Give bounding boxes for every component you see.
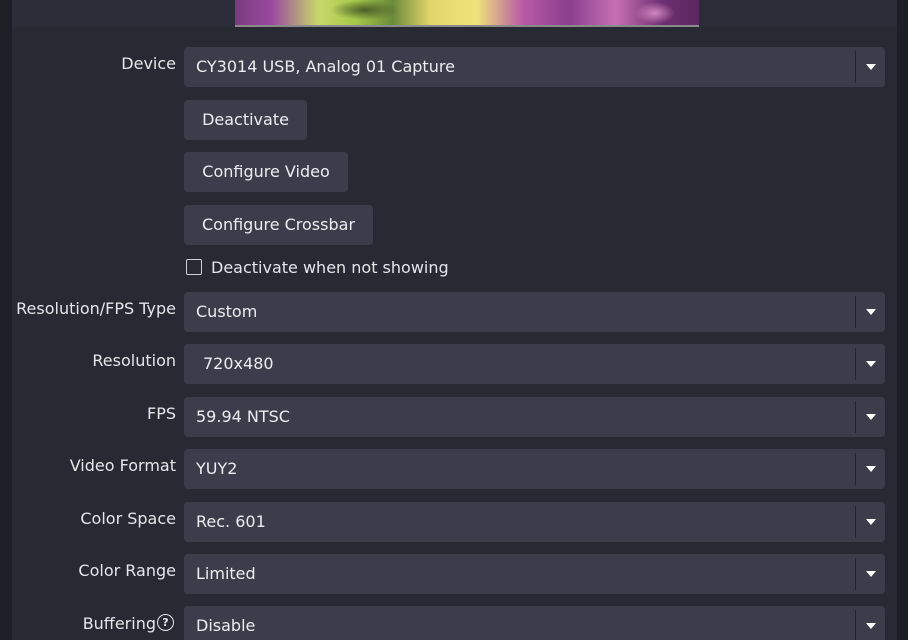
device-value: CY3014 USB, Analog 01 Capture [196,57,455,76]
color-space-label: Color Space [80,509,176,528]
resolution-fps-type-label: Resolution/FPS Type [16,299,176,318]
device-dropdown[interactable]: CY3014 USB, Analog 01 Capture [184,47,885,87]
video-format-dropdown[interactable]: YUY2 [184,449,885,489]
chevron-down-icon[interactable] [866,571,876,577]
device-label: Device [121,54,176,73]
configure-video-button[interactable]: Configure Video [184,152,348,192]
dropdown-divider [855,348,856,380]
chevron-down-icon[interactable] [866,623,876,629]
preview-area [12,0,897,27]
resolution-value[interactable]: 720x480 [203,354,274,374]
preview-image-detail [330,0,400,20]
dropdown-divider [855,401,856,433]
fps-dropdown[interactable]: 59.94 NTSC [184,397,885,437]
dropdown-divider [855,51,856,83]
resolution-combo[interactable]: 720x480 [184,344,885,384]
configure-crossbar-button[interactable]: Configure Crossbar [184,205,373,245]
video-preview-frame [235,0,699,27]
chevron-down-icon[interactable] [866,361,876,367]
video-format-value: YUY2 [196,459,238,478]
color-range-label: Color Range [78,561,176,580]
chevron-down-icon[interactable] [866,309,876,315]
chevron-down-icon[interactable] [866,64,876,70]
chevron-down-icon[interactable] [866,414,876,420]
properties-panel [12,27,897,640]
help-icon[interactable]: ? [157,614,174,631]
color-range-dropdown[interactable]: Limited [184,554,885,594]
fps-value: 59.94 NTSC [196,407,290,426]
dropdown-divider [855,453,856,485]
color-range-value: Limited [196,564,256,583]
dropdown-divider [855,296,856,328]
resolution-label: Resolution [92,351,176,370]
dropdown-divider [855,610,856,640]
properties-window: Device CY3014 USB, Analog 01 Capture Dea… [0,0,908,640]
dropdown-divider [855,506,856,538]
resolution-fps-type-dropdown[interactable]: Custom [184,292,885,332]
preview-image-detail [635,2,675,24]
color-space-dropdown[interactable]: Rec. 601 [184,502,885,542]
buffering-dropdown[interactable]: Disable [184,606,885,640]
dropdown-divider [855,558,856,590]
buffering-value: Disable [196,616,256,635]
resolution-fps-type-value: Custom [196,302,258,321]
buffering-label: Buffering [82,614,156,633]
chevron-down-icon[interactable] [866,466,876,472]
fps-label: FPS [146,404,176,423]
video-format-label: Video Format [69,456,176,475]
chevron-down-icon[interactable] [866,519,876,525]
deactivate-button[interactable]: Deactivate [184,100,307,140]
deactivate-when-not-showing-label[interactable]: Deactivate when not showing [211,258,449,278]
color-space-value: Rec. 601 [196,512,266,531]
deactivate-when-not-showing-checkbox[interactable] [186,259,202,275]
